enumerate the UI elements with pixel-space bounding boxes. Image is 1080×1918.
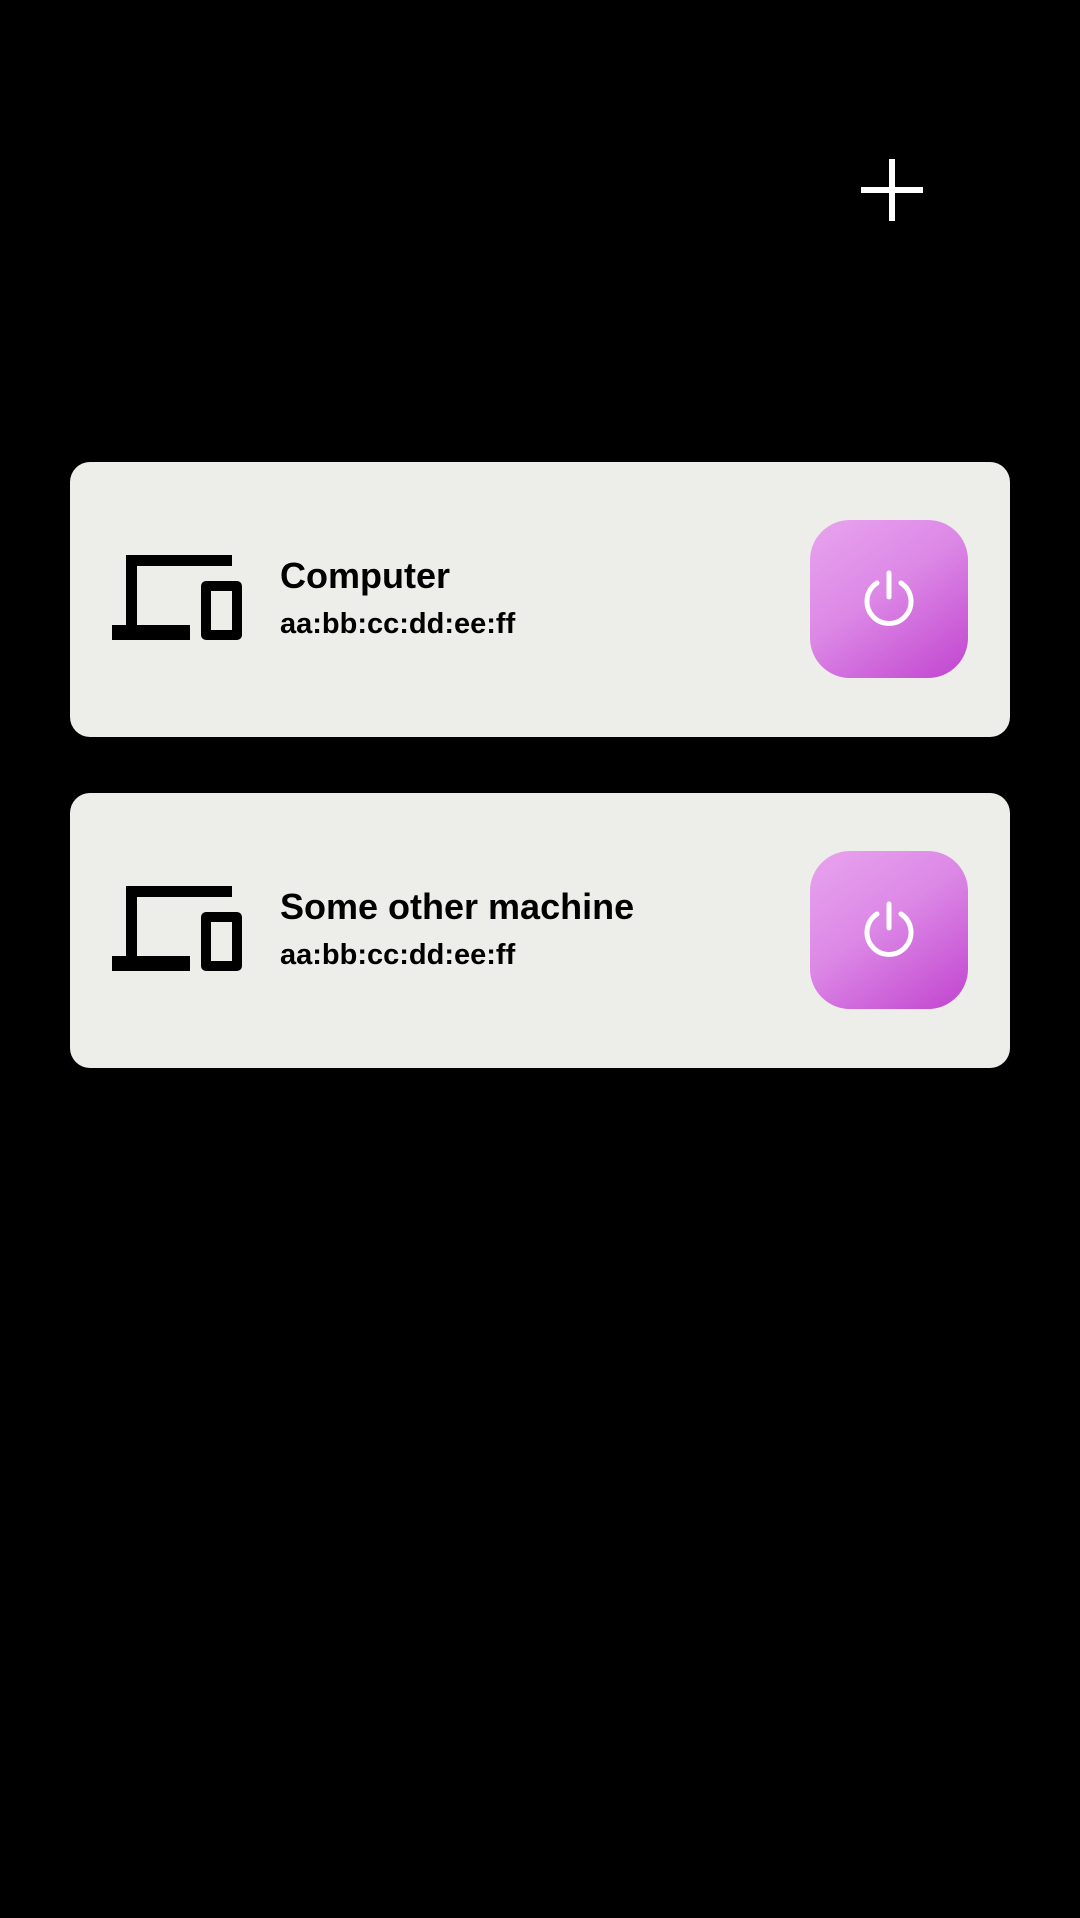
- add-device-button[interactable]: [852, 150, 932, 230]
- device-list: Computer aa:bb:cc:dd:ee:ff Some other ma…: [70, 462, 1010, 1124]
- device-info: Some other machine aa:bb:cc:dd:ee:ff: [280, 885, 780, 975]
- device-info: Computer aa:bb:cc:dd:ee:ff: [280, 554, 780, 644]
- device-name: Some other machine: [280, 886, 635, 927]
- device-name: Computer: [280, 555, 450, 596]
- power-icon: [864, 570, 914, 626]
- devices-icon: [112, 555, 242, 640]
- device-card-some-other-machine[interactable]: Some other machine aa:bb:cc:dd:ee:ff: [70, 793, 1010, 1068]
- devices-icon: [112, 886, 242, 971]
- power-icon: [864, 901, 914, 957]
- device-card-computer[interactable]: Computer aa:bb:cc:dd:ee:ff: [70, 462, 1010, 737]
- device-mac-address: aa:bb:cc:dd:ee:ff: [280, 608, 516, 640]
- wake-power-button[interactable]: [810, 520, 968, 678]
- wake-power-button[interactable]: [810, 851, 968, 1009]
- plus-icon: [861, 159, 923, 221]
- device-mac-address: aa:bb:cc:dd:ee:ff: [280, 939, 516, 971]
